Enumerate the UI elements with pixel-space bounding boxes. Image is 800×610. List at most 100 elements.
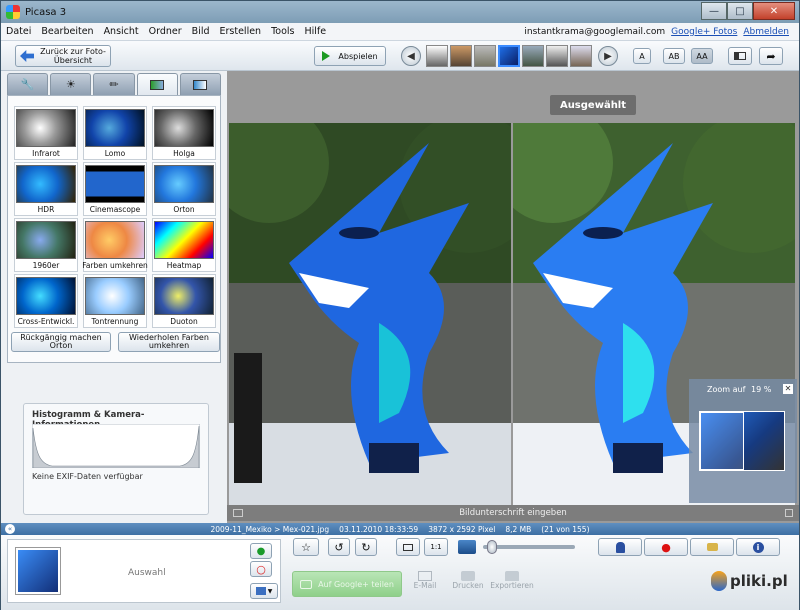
redo-button[interactable]: Wiederholen Farben umkehren (118, 332, 220, 352)
email-button[interactable]: E-Mail (412, 571, 438, 591)
star-button[interactable]: ☆ (293, 538, 319, 556)
people-button[interactable] (598, 538, 642, 556)
zoom-value: 19 % (751, 385, 772, 394)
effect-farben-umkehren[interactable]: Farben umkehren (82, 218, 148, 272)
effect-preview-image (154, 109, 214, 147)
zoom-slider-thumb[interactable] (487, 540, 497, 554)
undo-button[interactable]: Rückgängig machen Orton (11, 332, 111, 352)
back-to-overview-button[interactable]: Zurück zur Foto-Übersicht (15, 45, 111, 67)
rotate-left-button[interactable]: ↺ (328, 538, 350, 556)
album-icon (255, 587, 266, 595)
effect-label: Heatmap (166, 261, 202, 270)
export-button[interactable]: Exportieren (489, 571, 535, 591)
tab-effects-brush[interactable]: ✏ (93, 73, 135, 95)
text-size-large-button[interactable]: AA (691, 48, 713, 64)
next-photo-button[interactable]: ▶ (598, 46, 618, 66)
effect-lomo[interactable]: Lomo (83, 106, 147, 160)
effect-infrarot[interactable]: Infrarot (14, 106, 78, 160)
window-title: Picasa 3 (25, 6, 67, 18)
filmstrip-thumb[interactable] (546, 45, 568, 67)
maximize-button[interactable]: □ (727, 2, 753, 20)
rotate-right-button[interactable]: ↻ (355, 538, 377, 556)
effect-label: Tontrennung (91, 317, 139, 326)
filmstrip-thumb[interactable] (522, 45, 544, 67)
share-google-plus-button[interactable]: Auf Google+ teilen (292, 571, 402, 597)
compare-view-button[interactable] (728, 47, 752, 65)
zoom-preview-thumbnail[interactable] (699, 411, 785, 471)
menu-bearbeiten[interactable]: Bearbeiten (36, 26, 98, 37)
share-arrow-icon: ➦ (766, 49, 776, 63)
effect-label: Infrarot (32, 149, 60, 158)
menu-ansicht[interactable]: Ansicht (99, 26, 144, 37)
previous-photo-button[interactable]: ◀ (401, 46, 421, 66)
logout-link[interactable]: Abmelden (743, 27, 789, 37)
selection-label: Auswahl (128, 568, 166, 578)
effect-orton[interactable]: Orton (152, 162, 216, 216)
share-button[interactable]: ➦ (759, 47, 783, 65)
effect-preview-image (154, 221, 214, 259)
info-button[interactable]: i (736, 538, 780, 556)
menu-ordner[interactable]: Ordner (144, 26, 187, 37)
filmstrip-thumb[interactable] (570, 45, 592, 67)
effect-cross-entwicklung[interactable]: Cross-Entwickl. (14, 274, 78, 328)
status-date: 03.11.2010 18:33:59 (339, 524, 419, 534)
dropdown-arrow-icon: ▼ (267, 587, 273, 595)
menu-hilfe[interactable]: Hilfe (299, 26, 331, 37)
photo-original[interactable] (229, 123, 511, 505)
zoom-viewport-frame[interactable] (700, 412, 744, 470)
menu-erstellen[interactable]: Erstellen (215, 26, 267, 37)
effect-label: Cinemascope (89, 205, 141, 214)
minimize-button[interactable]: — (701, 2, 727, 20)
menu-tools[interactable]: Tools (266, 26, 299, 37)
fit-screen-button[interactable] (396, 538, 420, 556)
geotag-button[interactable]: ● (644, 538, 688, 556)
filmstrip-thumb[interactable] (450, 45, 472, 67)
effect-holga[interactable]: Holga (152, 106, 216, 160)
hold-selection-button[interactable]: ● (250, 543, 272, 559)
back-label: Zurück zur Foto-Übersicht (40, 47, 106, 65)
picasa-window: Picasa 3 — □ ✕ Datei Bearbeiten Ansicht … (0, 0, 800, 610)
text-size-medium-button[interactable]: AB (663, 48, 685, 64)
effect-heatmap[interactable]: Heatmap (152, 218, 216, 272)
watermark-logo: pliki.pl (711, 571, 788, 591)
effect-duoton[interactable]: Duoton (152, 274, 216, 328)
collapse-tray-icon[interactable]: « (5, 524, 15, 534)
caption-bar: Bildunterschrift eingeben (227, 505, 799, 521)
effect-preview-image (16, 165, 76, 203)
effect-1960er[interactable]: 1960er (14, 218, 78, 272)
filmstrip-thumb[interactable] (426, 45, 448, 67)
tab-basic-fixes[interactable]: 🔧 (7, 73, 49, 95)
print-button[interactable]: Drucken (451, 571, 485, 591)
filmstrip-thumb-selected[interactable] (498, 45, 520, 67)
actual-size-button[interactable]: 1:1 (424, 538, 448, 556)
zoom-mode-icon[interactable] (458, 540, 476, 554)
export-label: Exportieren (490, 581, 534, 590)
brush-icon: ✏ (109, 78, 119, 91)
close-zoom-icon[interactable]: ✕ (783, 384, 793, 394)
play-slideshow-button[interactable]: Abspielen (314, 46, 386, 66)
selection-thumbnail[interactable] (16, 548, 60, 594)
effect-preview-image (85, 165, 145, 203)
effect-tontrennung[interactable]: Tontrennung (83, 274, 147, 328)
tab-tuning[interactable]: ☀ (50, 73, 92, 95)
clear-selection-button[interactable]: ○ (250, 561, 272, 577)
add-to-album-button[interactable]: ▼ (250, 583, 278, 599)
caption-input[interactable]: Bildunterschrift eingeben (459, 508, 567, 518)
menu-bild[interactable]: Bild (187, 26, 215, 37)
text-size-small-button[interactable]: A (633, 48, 651, 64)
share-google-plus-label: Auf Google+ teilen (318, 579, 394, 589)
email-icon (418, 571, 432, 581)
tab-effects-3[interactable] (136, 73, 178, 95)
zoom-slider[interactable] (483, 540, 575, 554)
printer-icon (461, 571, 475, 581)
effect-cinemascope[interactable]: Cinemascope (83, 162, 147, 216)
filmstrip-thumb[interactable] (474, 45, 496, 67)
close-button[interactable]: ✕ (753, 2, 795, 20)
effect-label: Cross-Entwickl. (17, 317, 75, 326)
tab-effects-4[interactable] (179, 73, 222, 95)
effect-hdr[interactable]: HDR (14, 162, 78, 216)
google-fotos-link[interactable]: Google+ Fotos (671, 27, 737, 37)
tags-button[interactable] (690, 538, 734, 556)
sun-icon: ☀ (65, 78, 76, 91)
menu-datei[interactable]: Datei (1, 26, 36, 37)
